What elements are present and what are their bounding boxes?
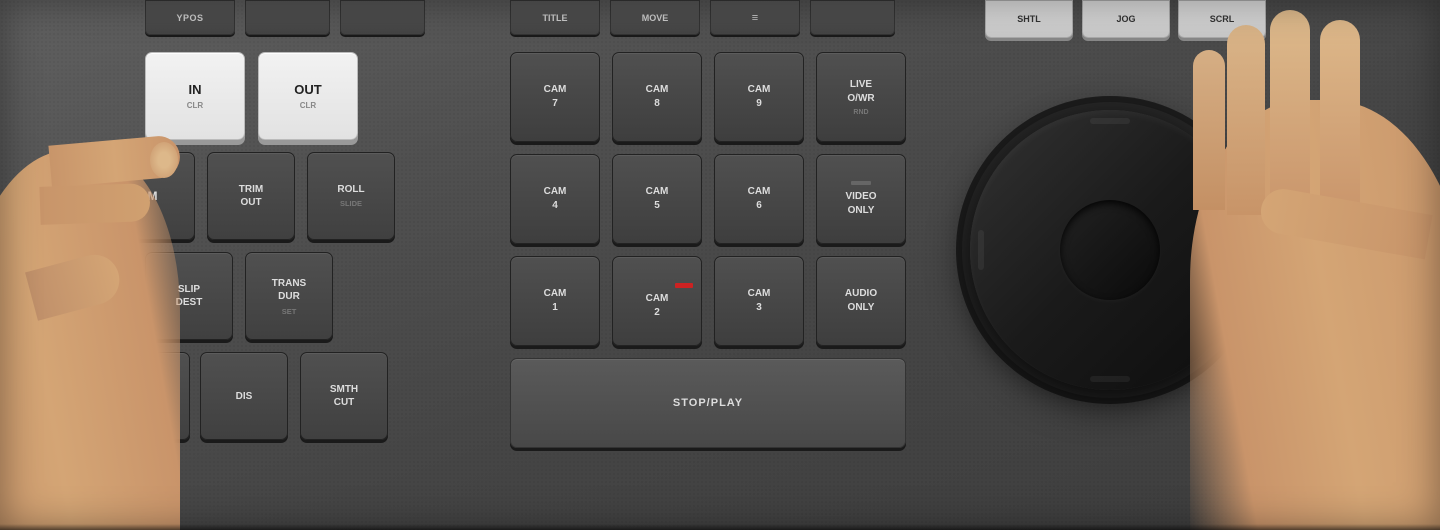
move-label: MOVE <box>642 13 669 23</box>
cam2-red-dot <box>675 283 693 288</box>
cam6-key[interactable]: CAM6 <box>714 154 804 244</box>
stop-play-label: STOP/PLAY <box>673 397 743 409</box>
cam5-label: CAM5 <box>646 185 669 213</box>
in-sublabel: CLR <box>187 101 203 110</box>
shtl-key[interactable]: SHTL <box>985 0 1073 38</box>
cam9-label: CAM9 <box>748 83 771 111</box>
jog-label: JOG <box>1116 14 1135 24</box>
in-label: IN <box>189 82 202 97</box>
empty-key-2[interactable] <box>340 0 425 35</box>
scrl-key[interactable]: SCRL <box>1178 0 1266 38</box>
ut-key[interactable]: UT <box>110 352 190 440</box>
slide-sublabel: SLIDE <box>340 199 362 208</box>
dis-key[interactable]: DIS <box>200 352 288 440</box>
jog-wheel-outer[interactable] <box>970 110 1250 390</box>
cam4-key[interactable]: CAM4 <box>510 154 600 244</box>
live-owr-label: LIVEO/WR <box>847 78 874 106</box>
out-key[interactable]: OUT CLR <box>258 52 358 140</box>
cam9-key[interactable]: CAM9 <box>714 52 804 142</box>
video-only-indicator <box>851 181 871 185</box>
ut-label: UT <box>143 391 156 402</box>
menu-icon: ≡ <box>752 12 758 24</box>
live-owr-key[interactable]: LIVEO/WR RND <box>816 52 906 142</box>
menu-key[interactable]: ≡ <box>710 0 800 35</box>
m-key[interactable]: M <box>110 152 195 240</box>
trim-out-label: TRIMOUT <box>239 183 263 209</box>
smth-cut-key[interactable]: SMTHCUT <box>300 352 388 440</box>
out-sublabel: CLR <box>300 101 316 110</box>
roll-key[interactable]: ROLL SLIDE <box>307 152 395 240</box>
shtl-label: SHTL <box>1017 14 1041 24</box>
cam7-label: CAM7 <box>544 83 567 111</box>
dis-label: DIS <box>236 391 253 402</box>
keyboard-device: YPOS TITLE MOVE ≡ SHTL JOG SCRL IN CLR O… <box>0 0 1440 530</box>
audio-only-key[interactable]: AUDIOONLY <box>816 256 906 346</box>
cam1-label: CAM1 <box>544 287 567 315</box>
cam8-key[interactable]: CAM8 <box>612 52 702 142</box>
cam7-key[interactable]: CAM7 <box>510 52 600 142</box>
cam3-key[interactable]: CAM3 <box>714 256 804 346</box>
ypos-key[interactable]: YPOS <box>145 0 235 35</box>
empty-key-3[interactable] <box>810 0 895 35</box>
out-label: OUT <box>294 82 321 97</box>
jog-wheel-inner <box>1060 200 1160 300</box>
video-only-label: VIDEOONLY <box>845 190 876 218</box>
cam6-label: CAM6 <box>748 185 771 213</box>
title-key[interactable]: TITLE <box>510 0 600 35</box>
empty-key-1[interactable] <box>245 0 330 35</box>
slip-dest-key[interactable]: SLIPDEST <box>145 252 233 340</box>
stop-play-key[interactable]: STOP/PLAY <box>510 358 906 448</box>
jog-wheel-area <box>960 60 1260 440</box>
smth-cut-label: SMTHCUT <box>330 383 358 409</box>
cam2-key[interactable]: CAM2 <box>612 256 702 346</box>
cam2-label: CAM2 <box>646 292 669 320</box>
cam3-label: CAM3 <box>748 287 771 315</box>
cam8-label: CAM8 <box>646 83 669 111</box>
video-only-key[interactable]: VIDEOONLY <box>816 154 906 244</box>
trim-out-key[interactable]: TRIMOUT <box>207 152 295 240</box>
cam4-label: CAM4 <box>544 185 567 213</box>
roll-label: ROLL <box>337 184 364 195</box>
move-key[interactable]: MOVE <box>610 0 700 35</box>
in-key[interactable]: IN CLR <box>145 52 245 140</box>
set-sublabel: SET <box>282 307 297 316</box>
cam1-key[interactable]: CAM1 <box>510 256 600 346</box>
jog-key[interactable]: JOG <box>1082 0 1170 38</box>
trans-dur-key[interactable]: TRANSDUR SET <box>245 252 333 340</box>
trans-dur-label: TRANSDUR <box>272 277 306 303</box>
ypos-label: YPOS <box>176 13 203 23</box>
title-label: TITLE <box>543 13 568 23</box>
m-label: M <box>148 189 158 203</box>
cam5-key[interactable]: CAM5 <box>612 154 702 244</box>
slip-dest-label: SLIPDEST <box>176 283 203 309</box>
rnd-sublabel: RND <box>853 109 868 116</box>
audio-only-label: AUDIOONLY <box>845 287 877 315</box>
scrl-label: SCRL <box>1210 14 1235 24</box>
